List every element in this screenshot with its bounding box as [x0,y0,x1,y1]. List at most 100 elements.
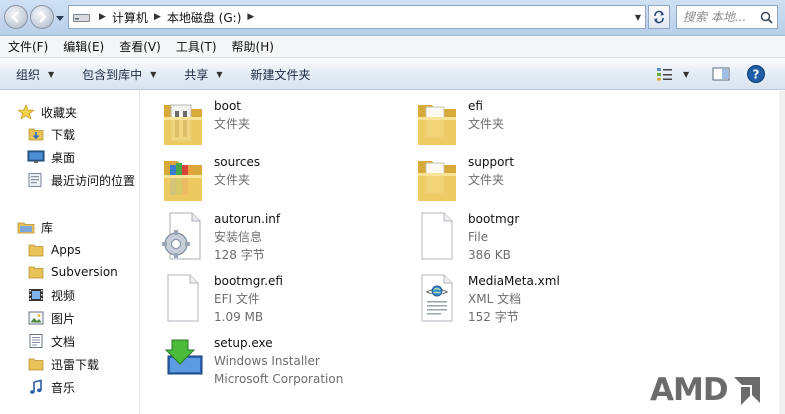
file-text: bootmgr File 386 KB [468,210,519,264]
amd-logo-arrow-icon [733,377,760,405]
sidebar-item-apps[interactable]: Apps [27,239,81,261]
preview-pane-icon [712,67,730,81]
list-item[interactable]: boot 文件夹 [158,97,250,149]
right-edge-strip [779,91,785,414]
sidebar-item-label: Apps [51,243,81,257]
svg-text:?: ? [753,68,760,82]
breadcrumb-separator[interactable]: ▶ [154,12,161,22]
drive-icon [73,13,90,22]
sidebar-item-label: 音乐 [51,380,76,395]
list-item[interactable]: < > MediaMeta.xml XML 文档 152 字节 [412,272,560,326]
address-dropdown-icon[interactable]: ▼ [635,13,641,22]
list-item[interactable]: efi 文件夹 [412,97,504,149]
blank-file-icon [167,274,199,322]
folder-icon [164,161,202,201]
sidebar-item-videos[interactable]: 视频 [27,284,75,306]
sidebar-item-label: 最近访问的位置 [51,173,136,188]
address-field[interactable]: ▶ 计算机 ▶ 本地磁盘 (G:) ▶ ▼ [68,5,646,29]
file-size: 128 字节 [214,248,265,262]
sidebar-item-documents[interactable]: 文档 [27,330,75,352]
chevron-down-icon: ▼ [150,69,157,79]
sidebar-libraries[interactable]: 库 [17,216,53,238]
new-folder-label: 新建文件夹 [250,67,311,82]
sidebar-item-desktop[interactable]: 桌面 [27,146,75,168]
organize-button[interactable]: 组织 ▼ [16,66,54,83]
sidebar-item-pictures[interactable]: 图片 [27,307,75,329]
file-name: efi [468,99,483,113]
sidebar-item-label: 文档 [51,334,76,349]
file-text: support 文件夹 [468,153,514,189]
folder-icon [164,104,202,145]
list-item[interactable]: bootmgr File 386 KB [412,210,519,264]
list-item[interactable]: setup.exe Windows Installer Microsoft Co… [158,334,343,388]
file-type: 文件夹 [468,117,505,131]
file-text: bootmgr.efi EFI 文件 1.09 MB [214,272,283,326]
file-text: boot 文件夹 [214,97,250,133]
sidebar-item-label: 下载 [51,127,76,142]
sidebar-item-label: 图片 [51,311,76,326]
organize-label: 组织 [16,67,41,82]
list-item[interactable]: sources 文件夹 [158,153,260,205]
list-item[interactable]: bootmgr.efi EFI 文件 1.09 MB [158,272,283,326]
menu-tools[interactable]: 工具(T) [176,38,217,55]
share-button[interactable]: 共享 ▼ [184,66,222,83]
menu-help[interactable]: 帮助(H) [232,38,274,55]
sidebar-item-downloads[interactable]: 下载 [27,123,75,145]
menu-file[interactable]: 文件(F) [8,38,48,55]
folder-icon [28,244,44,257]
view-options-button[interactable]: ▼ [656,63,689,85]
list-item[interactable]: support 文件夹 [412,153,514,205]
preview-pane-button[interactable] [712,63,730,85]
refresh-button[interactable] [648,5,670,29]
view-options-icon [657,68,672,81]
file-type: XML 文档 [468,292,522,306]
breadcrumb-drive-g[interactable]: 本地磁盘 (G:) [167,9,242,26]
downloads-folder-icon [28,128,44,141]
file-name: bootmgr.efi [214,274,283,288]
file-type: EFI 文件 [214,292,260,306]
file-name: bootmgr [468,212,520,226]
file-text: efi 文件夹 [468,97,504,133]
sidebar-item-label: Subversion [51,265,118,279]
help-button[interactable]: ? [746,63,766,85]
file-type: 文件夹 [214,173,251,187]
sidebar-item-xunlei-downloads[interactable]: 迅雷下载 [27,353,99,375]
forward-button[interactable] [30,5,54,29]
amd-watermark: AMD [650,372,764,408]
blank-file-icon [421,212,453,260]
sidebar-item-music[interactable]: 音乐 [27,376,75,398]
file-type: 文件夹 [468,173,505,187]
search-box[interactable] [676,5,778,29]
sidebar-item-subversion[interactable]: Subversion [27,261,118,283]
file-type: 文件夹 [214,117,251,131]
folder-icon [418,105,456,145]
menu-edit[interactable]: 编辑(E) [63,38,104,55]
file-name: setup.exe [214,336,273,350]
file-name: sources [214,155,261,169]
chevron-down-icon: ▼ [216,69,223,79]
recent-places-icon [28,173,42,187]
back-arrow-icon [11,11,19,23]
menu-view[interactable]: 查看(V) [119,38,161,55]
search-icon[interactable] [760,11,773,24]
breadcrumb-computer[interactable]: 计算机 [112,9,148,26]
list-item[interactable]: autorun.inf 安装信息 128 字节 [158,210,280,264]
search-input[interactable] [677,6,757,28]
address-bar: ▶ 计算机 ▶ 本地磁盘 (G:) ▶ ▼ [0,0,785,36]
svg-text:<: < [426,287,432,298]
include-in-library-button[interactable]: 包含到库中 ▼ [82,66,156,83]
amd-logo-text: AMD [650,372,729,408]
command-bar: 组织 ▼ 包含到库中 ▼ 共享 ▼ 新建文件夹 ▼ ? [0,59,785,90]
recent-pages-dropdown-icon[interactable] [55,13,65,23]
file-company: Microsoft Corporation [214,372,344,386]
sidebar-favorites[interactable]: 收藏夹 [17,101,77,123]
new-folder-button[interactable]: 新建文件夹 [251,66,311,83]
documents-library-icon [29,334,43,348]
sidebar-item-recent-places[interactable]: 最近访问的位置 [27,169,135,191]
video-library-icon [29,289,43,301]
file-text: setup.exe Windows Installer Microsoft Co… [214,334,343,388]
help-icon: ? [747,65,765,83]
file-type: File [468,230,489,244]
breadcrumb-separator[interactable]: ▶ [247,12,254,22]
back-button[interactable] [4,5,28,29]
